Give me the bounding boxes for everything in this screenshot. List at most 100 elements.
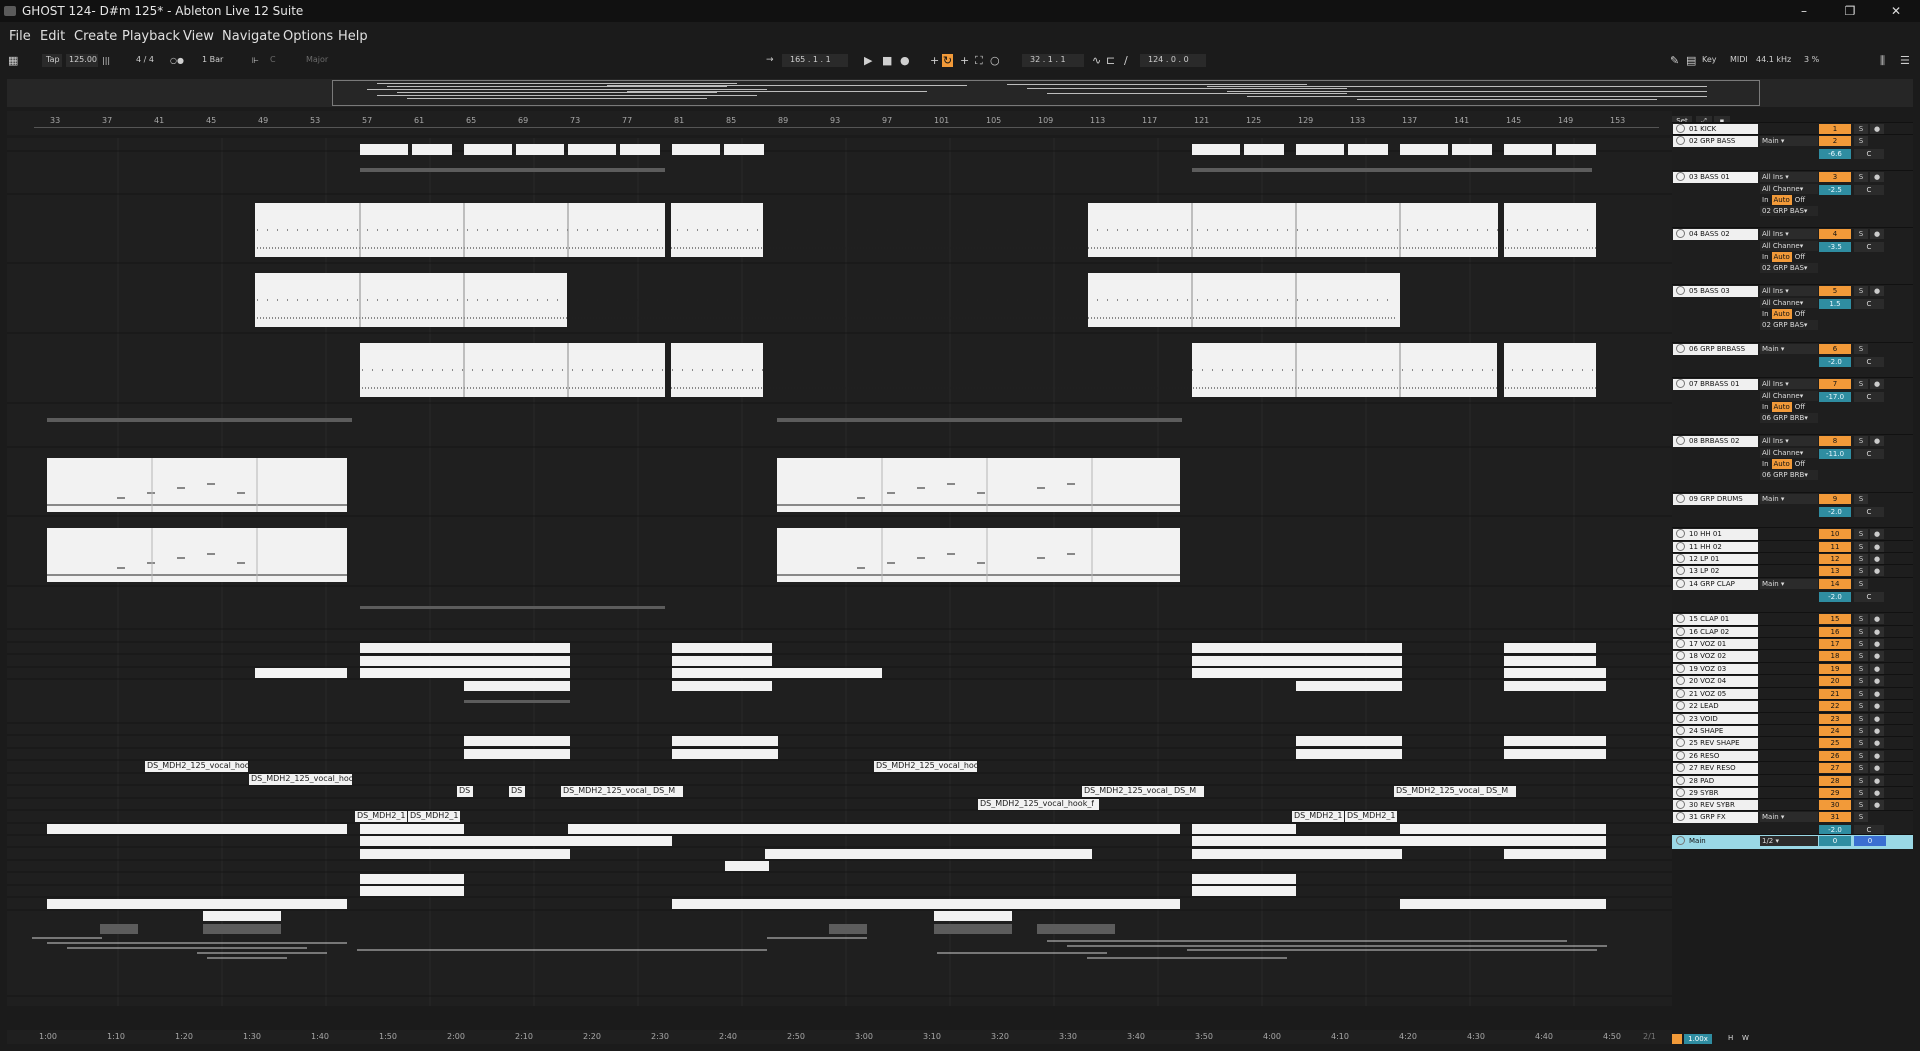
key-root-select[interactable]: C: [270, 55, 276, 64]
voz03-clip[interactable]: DS: [509, 786, 525, 797]
kick-clip[interactable]: [516, 144, 564, 155]
track-activator[interactable]: 31: [1819, 812, 1851, 822]
track-activator[interactable]: 5: [1819, 286, 1851, 296]
input-channel[interactable]: All Channe▾: [1760, 241, 1818, 251]
rev-reso-clip[interactable]: [1192, 886, 1296, 896]
arm-icon[interactable]: ●: [1870, 379, 1884, 389]
arm-icon[interactable]: ●: [1870, 651, 1884, 661]
lp02-clip[interactable]: [464, 681, 570, 691]
track-activator[interactable]: 0: [1819, 836, 1851, 846]
output-routing[interactable]: Main ▾: [1760, 579, 1818, 589]
overview-viewport[interactable]: [332, 80, 1760, 106]
lp01-clip[interactable]: [672, 668, 882, 678]
hh02-clip[interactable]: [672, 656, 772, 666]
menu-playback[interactable]: Playback: [122, 29, 180, 44]
pan-field[interactable]: C: [1854, 242, 1884, 252]
track-header[interactable]: 20 VOZ 04 20 S ●: [1672, 674, 1913, 687]
arrangement-view[interactable]: DS_MDH2_125_vocal_hoo DS_MDH2_125_vocal_…: [7, 138, 1672, 1006]
arm-icon[interactable]: ●: [1870, 286, 1884, 296]
volume-field[interactable]: -3.5: [1819, 242, 1851, 252]
draw-mode-icon[interactable]: ✎: [1670, 54, 1679, 67]
arm-icon[interactable]: ●: [1870, 436, 1884, 446]
play-icon[interactable]: ▶: [864, 54, 872, 67]
monitor-off[interactable]: Off: [1795, 459, 1805, 469]
track-activator[interactable]: 29: [1819, 788, 1851, 798]
computer-keyboard-icon[interactable]: ▤: [1686, 54, 1696, 67]
clap02-clip[interactable]: [672, 749, 778, 759]
kick-clip[interactable]: [1400, 144, 1448, 155]
track-activator[interactable]: 19: [1819, 664, 1851, 674]
solo-button[interactable]: S: [1854, 379, 1868, 389]
shape-clip[interactable]: [1504, 849, 1606, 859]
clap02-clip[interactable]: [1504, 749, 1606, 759]
solo-button[interactable]: S: [1854, 124, 1868, 134]
shape-clip[interactable]: [1192, 849, 1402, 859]
kick-clip[interactable]: [1244, 144, 1284, 155]
arm-icon[interactable]: ●: [1870, 529, 1884, 539]
lead-clip[interactable]: [568, 824, 1180, 834]
track-activator[interactable]: 21: [1819, 689, 1851, 699]
bass03-clip[interactable]: [1192, 343, 1497, 397]
hh01-clip[interactable]: [360, 643, 570, 653]
menu-options[interactable]: Options: [283, 29, 333, 44]
rev-sybr-clip[interactable]: [100, 924, 138, 934]
track-activator[interactable]: 16: [1819, 627, 1851, 637]
track-header[interactable]: 14 GRP CLAP Main ▾ 14 S -2.0 C: [1672, 577, 1913, 613]
pan-field[interactable]: C: [1854, 449, 1884, 459]
panel-toggle-icon[interactable]: ⫼: [1880, 54, 1885, 67]
loop-icon[interactable]: ↻: [942, 54, 953, 67]
sybr-clip[interactable]: [203, 911, 281, 921]
input-type[interactable]: All Ins ▾: [1760, 436, 1818, 446]
voz03-clip[interactable]: DS_M: [651, 786, 683, 797]
track-activator[interactable]: 13: [1819, 566, 1851, 576]
arm-icon[interactable]: ●: [1870, 788, 1884, 798]
clap01-clip[interactable]: [672, 736, 778, 746]
arm-icon[interactable]: ●: [1870, 751, 1884, 761]
clap02-clip[interactable]: [464, 749, 570, 759]
arm-icon[interactable]: ●: [1870, 701, 1884, 711]
voz03-clip[interactable]: DS_MDH2_125_vocal_: [1394, 786, 1492, 797]
lp01-clip[interactable]: [1192, 668, 1402, 678]
track-activator[interactable]: 15: [1819, 614, 1851, 624]
solo-button[interactable]: S: [1854, 714, 1868, 724]
track-name[interactable]: 22 LEAD: [1673, 701, 1758, 712]
track-activator[interactable]: 4: [1819, 229, 1851, 239]
track-header[interactable]: 15 CLAP 01 15 S ●: [1672, 612, 1913, 625]
solo-button[interactable]: S: [1854, 800, 1868, 810]
track-header[interactable]: 06 GRP BRBASS Main ▾ 6 S -2.0 C: [1672, 342, 1913, 378]
solo-button[interactable]: S: [1854, 494, 1868, 504]
bass01-clip[interactable]: [1504, 203, 1596, 257]
track-name[interactable]: 13 LP 02: [1673, 566, 1758, 577]
solo-button[interactable]: S: [1854, 172, 1868, 182]
fold-icon[interactable]: [1676, 172, 1685, 181]
clap02-clip[interactable]: [1296, 749, 1402, 759]
fold-icon[interactable]: [1676, 566, 1685, 575]
track-name[interactable]: 07 BRBASS 01: [1673, 379, 1758, 390]
output-routing[interactable]: 02 GRP BAS▾: [1760, 206, 1818, 216]
arm-icon[interactable]: ●: [1870, 776, 1884, 786]
output-routing[interactable]: 06 GRP BRB▾: [1760, 413, 1818, 423]
maximize-button[interactable]: ❐: [1836, 2, 1864, 20]
hh01-clip[interactable]: [1504, 643, 1596, 653]
input-channel[interactable]: All Channe▾: [1760, 448, 1818, 458]
track-name[interactable]: 05 BASS 03: [1673, 286, 1758, 297]
fold-icon[interactable]: [1676, 286, 1685, 295]
track-activator[interactable]: 27: [1819, 763, 1851, 773]
fold-icon[interactable]: [1676, 812, 1685, 821]
lp01-clip[interactable]: [255, 668, 347, 678]
w-toggle[interactable]: W: [1742, 1034, 1749, 1042]
fold-icon[interactable]: [1676, 639, 1685, 648]
kick-clip[interactable]: [568, 144, 616, 155]
fold-icon[interactable]: [1676, 776, 1685, 785]
track-header[interactable]: 04 BASS 02 All Ins ▾ All Channe▾ In Auto Off 0…: [1672, 227, 1913, 285]
voz03-clip[interactable]: DS: [457, 786, 473, 797]
automation-arm-icon[interactable]: ○: [990, 54, 1000, 67]
menu-help[interactable]: Help: [338, 29, 368, 44]
track-activator[interactable]: 8: [1819, 436, 1851, 446]
track-activator[interactable]: 3: [1819, 172, 1851, 182]
time-signature[interactable]: 4 / 4: [136, 55, 154, 64]
arm-icon[interactable]: ●: [1870, 714, 1884, 724]
clap01-clip[interactable]: [1296, 736, 1402, 746]
monitor-in[interactable]: In: [1762, 402, 1769, 412]
volume-field[interactable]: -2.5: [1819, 185, 1851, 195]
